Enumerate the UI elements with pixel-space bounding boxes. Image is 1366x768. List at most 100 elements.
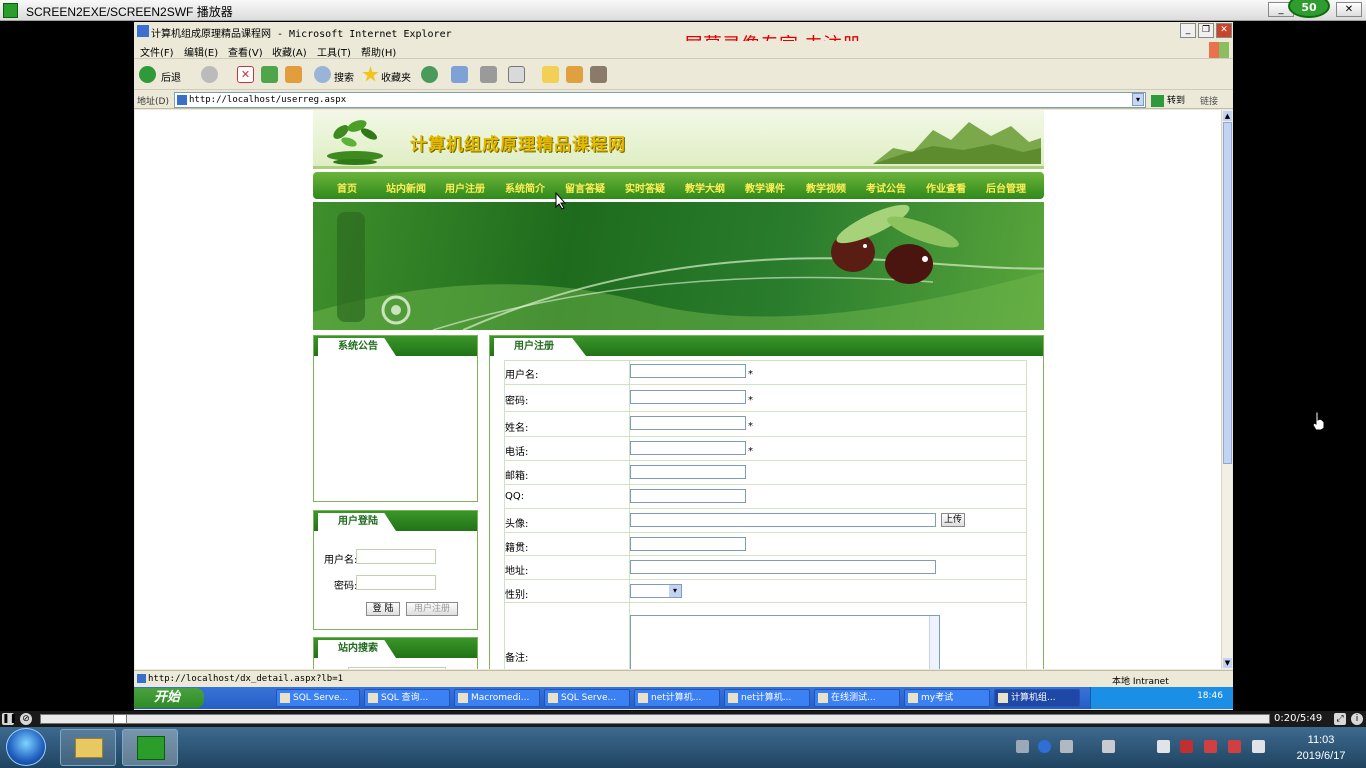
ie-restore-button[interactable]: ❐ (1198, 23, 1214, 38)
fullscreen-icon[interactable]: ⤢ (1334, 713, 1346, 725)
nav-intro[interactable]: 系统简介 (505, 180, 545, 195)
back-icon[interactable] (139, 66, 156, 83)
keyboard-icon[interactable] (1016, 740, 1029, 753)
phone-input[interactable] (630, 441, 746, 455)
username-input[interactable] (630, 364, 746, 378)
gender-select[interactable]: ▾ (630, 584, 682, 598)
hand-cursor-icon (1312, 411, 1325, 431)
explorer-pinned-icon[interactable] (60, 729, 116, 766)
messenger-icon[interactable] (590, 66, 607, 83)
upload-button[interactable]: 上传 (941, 513, 965, 527)
scroll-down-icon[interactable]: ▼ (1223, 658, 1232, 668)
xp-task-sql-server-1[interactable]: SQL Serve... (276, 689, 360, 707)
nav-register[interactable]: 用户注册 (445, 180, 485, 195)
qq-input[interactable] (630, 489, 746, 503)
tray-expand-icon[interactable] (1060, 740, 1073, 753)
media-icon[interactable] (421, 66, 438, 83)
nav-video[interactable]: 教学视频 (806, 180, 846, 195)
password-input[interactable] (630, 390, 746, 404)
hometown-input[interactable] (630, 537, 746, 551)
network-device-icon[interactable] (1102, 740, 1115, 753)
login-password-input[interactable] (356, 575, 436, 590)
menu-help[interactable]: 帮助(H) (361, 44, 396, 59)
search-icon[interactable] (314, 66, 331, 83)
ie-close-button[interactable]: ✕ (1216, 23, 1232, 38)
stop-playback-icon[interactable]: ⊘ (20, 713, 32, 725)
login-username-input[interactable] (356, 549, 436, 564)
xp-start-button[interactable]: 开始 (134, 688, 204, 708)
xp-task-macromedia[interactable]: Macromedi... (454, 689, 540, 707)
register-form-title: 用户注册 (494, 338, 586, 356)
remarks-scrollbar[interactable] (929, 616, 939, 669)
remarks-textarea[interactable] (630, 615, 940, 669)
stop-icon[interactable]: ✕ (237, 66, 254, 83)
forward-icon[interactable] (201, 66, 218, 83)
nav-syllabus[interactable]: 教学大纲 (685, 180, 725, 195)
xp-task-online-test[interactable]: 在线测试... (814, 689, 900, 707)
name-input[interactable] (630, 416, 746, 430)
links-button[interactable]: 链接 (1200, 94, 1218, 107)
register-link-button[interactable]: 用户注册 (406, 602, 458, 616)
xp-task-computer-course[interactable]: 计算机组... (994, 689, 1080, 707)
signal-icon[interactable] (1252, 740, 1265, 753)
xp-task-my-exam[interactable]: my考试 (904, 689, 990, 707)
favorites-button-label[interactable]: 收藏夹 (381, 69, 411, 84)
xp-task-net-computer-2[interactable]: net计算机... (724, 689, 810, 707)
menu-view[interactable]: 查看(V) (228, 44, 263, 59)
ie-minimize-button[interactable]: _ (1180, 23, 1196, 38)
email-input[interactable] (630, 465, 746, 479)
menu-favorites[interactable]: 收藏(A) (272, 44, 307, 59)
win7-start-orb[interactable] (6, 728, 46, 766)
notification-icon[interactable] (1157, 740, 1170, 753)
nav-news[interactable]: 站内新闻 (386, 180, 426, 195)
mail-icon[interactable] (451, 66, 468, 83)
info-icon[interactable]: i (1351, 713, 1363, 725)
ie-status-bar: http://localhost/dx_detail.aspx?lb=1 本地 … (134, 670, 1233, 687)
home-icon[interactable] (285, 66, 302, 83)
research-icon[interactable] (566, 66, 583, 83)
win7-clock[interactable]: 11:03 2019/6/17 (1281, 732, 1361, 764)
nav-admin[interactable]: 后台管理 (986, 180, 1026, 195)
close-button[interactable]: ✕ (1336, 2, 1362, 17)
nav-realtime-qa[interactable]: 实时答疑 (625, 180, 665, 195)
address-dropdown-button[interactable]: ▾ (1132, 93, 1144, 106)
edit-icon[interactable] (508, 66, 525, 83)
xp-task-sql-server-2[interactable]: SQL Serve... (544, 689, 630, 707)
menu-edit[interactable]: 编辑(E) (184, 44, 218, 59)
menu-file[interactable]: 文件(F) (140, 44, 174, 59)
form-row-qq: QQ: (504, 485, 1027, 509)
search-button-label[interactable]: 搜索 (334, 69, 354, 84)
help-icon[interactable] (1038, 740, 1051, 753)
refresh-icon[interactable] (261, 66, 278, 83)
page-scrollbar[interactable]: ▲ ▼ (1221, 110, 1232, 669)
seek-bar[interactable] (40, 714, 1270, 724)
back-button-label[interactable]: 后退 (161, 69, 181, 84)
scroll-up-icon[interactable]: ▲ (1223, 111, 1232, 121)
print-icon[interactable] (480, 66, 497, 83)
nav-guestbook[interactable]: 留言答疑 (565, 180, 605, 195)
status-page-icon (137, 674, 146, 683)
nav-exam-notice[interactable]: 考试公告 (866, 180, 906, 195)
avatar-file-input[interactable] (630, 513, 936, 527)
discuss-icon[interactable] (542, 66, 559, 83)
favorites-star-icon[interactable] (362, 66, 379, 82)
address-input[interactable]: http://localhost/userreg.aspx (174, 92, 1146, 108)
login-button[interactable]: 登 陆 (366, 602, 400, 616)
address-field-input[interactable] (630, 560, 936, 574)
nav-homework[interactable]: 作业查看 (926, 180, 966, 195)
security-icon[interactable] (1180, 740, 1193, 753)
seek-knob[interactable] (113, 714, 127, 724)
volume-muted-icon[interactable] (1204, 740, 1217, 753)
pause-icon[interactable]: ❚❚ (2, 713, 17, 725)
power-icon[interactable] (1228, 740, 1241, 753)
scroll-thumb[interactable] (1223, 122, 1232, 464)
nav-home[interactable]: 首页 (337, 180, 357, 195)
site-search-input[interactable] (348, 667, 446, 669)
nav-courseware[interactable]: 教学课件 (745, 180, 785, 195)
avatar-label: 头像: (505, 519, 529, 530)
screen2exe-pinned-icon[interactable] (122, 729, 178, 766)
xp-task-net-computer-1[interactable]: net计算机... (634, 689, 720, 707)
xp-task-sql-query[interactable]: SQL 查询... (364, 689, 450, 707)
menu-tools[interactable]: 工具(T) (317, 44, 351, 59)
go-button[interactable]: 转到 (1151, 93, 1195, 107)
